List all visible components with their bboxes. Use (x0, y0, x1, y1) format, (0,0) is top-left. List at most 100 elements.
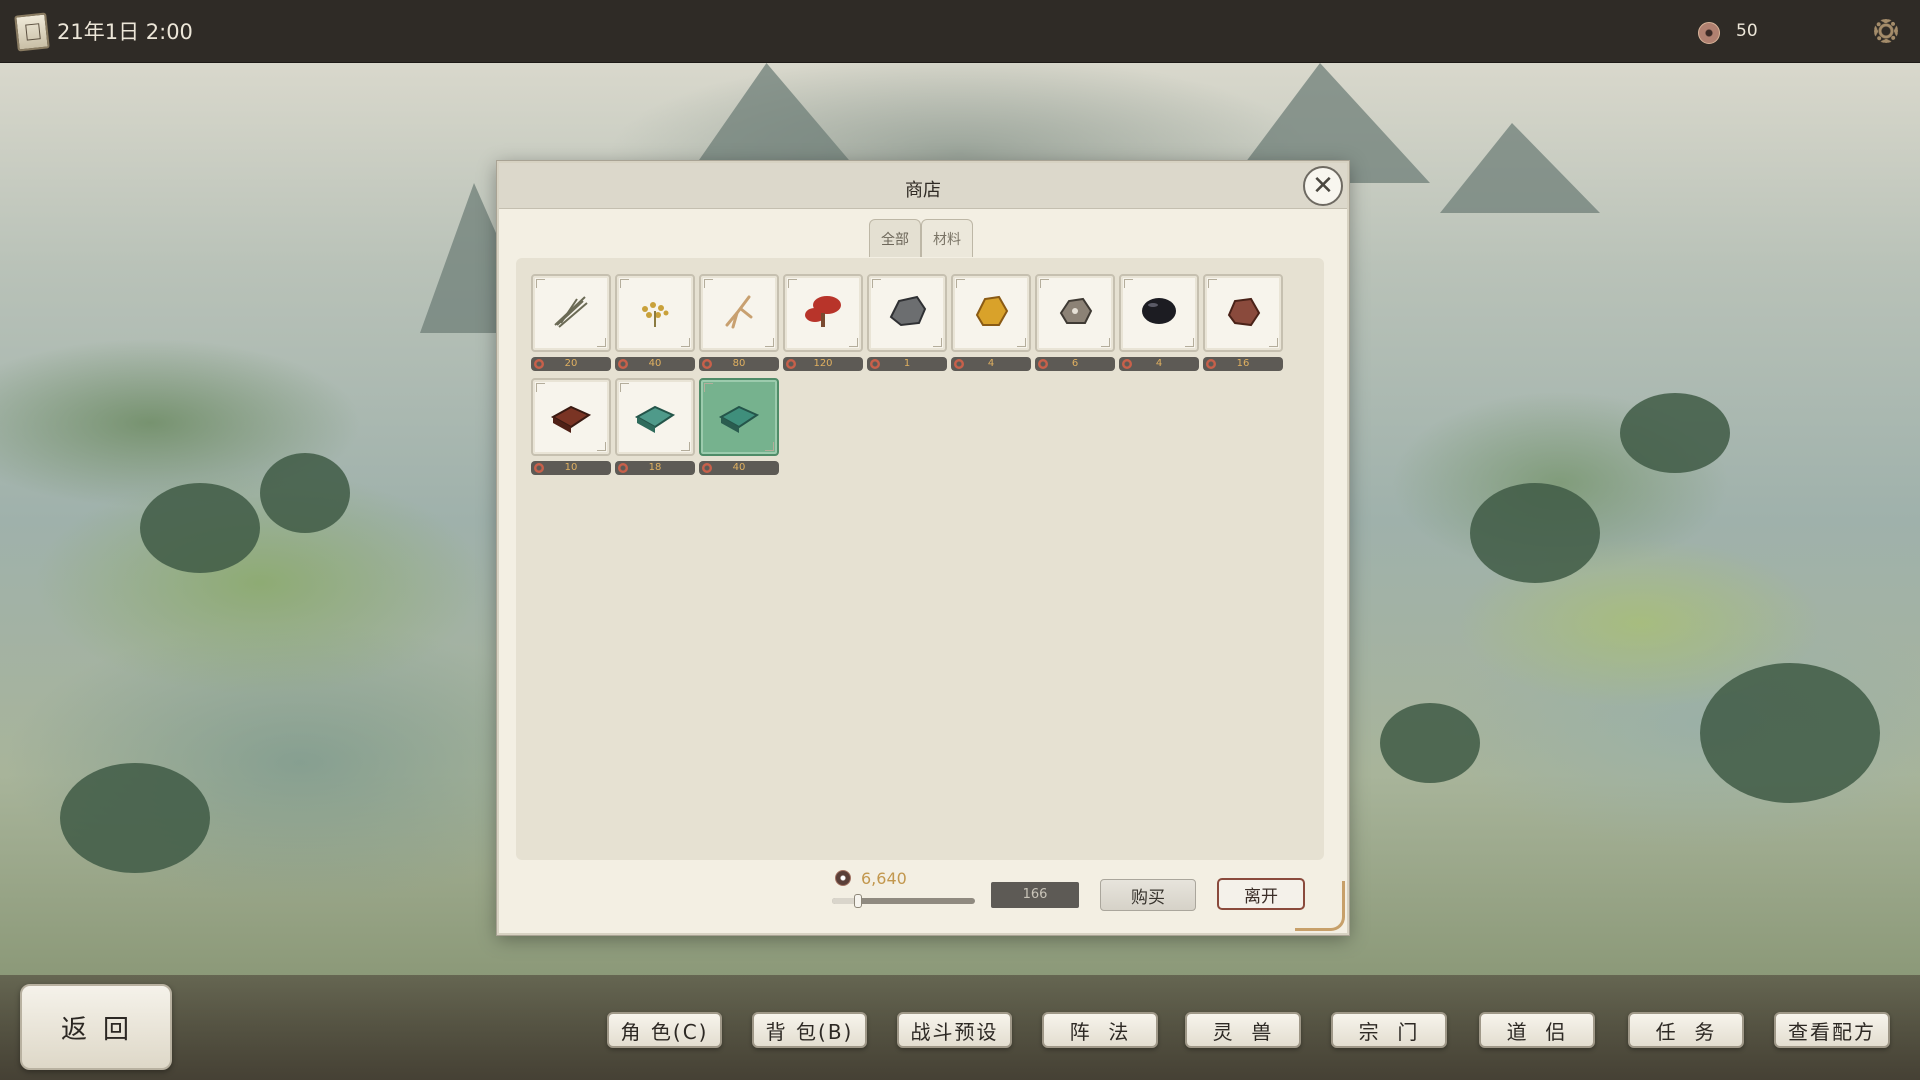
item-price: 40 (699, 461, 779, 475)
price-coin-icon (534, 359, 544, 369)
item-frame (531, 378, 611, 456)
price-coin-icon (702, 359, 712, 369)
item-frame (1035, 274, 1115, 352)
item-price: 4 (951, 357, 1031, 371)
shop-item-slot[interactable]: 120 (783, 274, 863, 372)
shop-item-slot[interactable]: 16 (1203, 274, 1283, 372)
nav-button-7[interactable]: 任 务 (1628, 1012, 1744, 1048)
tree (260, 453, 350, 533)
close-button[interactable]: ✕ (1303, 166, 1343, 206)
jade-ingot-icon (631, 395, 679, 439)
item-price: 120 (783, 357, 863, 371)
price-coin-icon (534, 463, 544, 473)
shop-header: 商店 ✕ (499, 163, 1347, 209)
black-obsidian-icon (1135, 291, 1183, 335)
player-money: 6,640 (861, 869, 907, 888)
price-coin-icon (1206, 359, 1216, 369)
nav-button-2[interactable]: 战斗预设 (897, 1012, 1012, 1048)
nav-button-0[interactable]: 角 色(C) (607, 1012, 722, 1048)
shop-item-slot[interactable]: 6 (1035, 274, 1115, 372)
tree (1620, 393, 1730, 473)
back-button[interactable]: 返回 (20, 984, 172, 1070)
price-coin-icon (1038, 359, 1048, 369)
shop-title: 商店 (905, 180, 941, 201)
shop-item-slot[interactable]: 20 (531, 274, 611, 372)
shop-item-slot[interactable]: 4 (951, 274, 1031, 372)
price-value: 1 (903, 358, 911, 369)
grey-iron-ore-icon (883, 291, 931, 335)
price-coin-icon (870, 359, 880, 369)
calendar-icon[interactable] (14, 12, 50, 52)
shop-item-slot[interactable]: 1 (867, 274, 947, 372)
shop-window: 商店 ✕ 全部 材料 20 40 80 120 1 4 6 4 16 10 18 40 6,640 1… (497, 161, 1349, 935)
price-coin-icon (954, 359, 964, 369)
nav-button-6[interactable]: 道 侣 (1479, 1012, 1595, 1048)
red-ingot-icon (547, 395, 595, 439)
shop-item-slot[interactable]: 18 (615, 378, 695, 476)
price-value: 40 (732, 462, 746, 473)
item-price: 1 (867, 357, 947, 371)
tab-all[interactable]: 全部 (869, 219, 921, 257)
item-price: 16 (1203, 357, 1283, 371)
item-price: 40 (615, 357, 695, 371)
item-frame (699, 378, 779, 456)
item-price: 80 (699, 357, 779, 371)
shop-item-slot[interactable]: 80 (699, 274, 779, 372)
price-value: 80 (732, 358, 746, 369)
item-frame (615, 378, 695, 456)
item-grid: 20 40 80 120 1 4 6 4 16 10 18 40 (531, 274, 1283, 476)
tree (1470, 483, 1600, 583)
nav-button-1[interactable]: 背 包(B) (752, 1012, 867, 1048)
silver-ore-icon (1051, 291, 1099, 335)
quantity-field[interactable]: 166 (991, 882, 1079, 908)
item-price: 10 (531, 461, 611, 475)
shop-item-slot[interactable]: 40 (615, 274, 695, 372)
item-frame (1119, 274, 1199, 352)
item-frame (1203, 274, 1283, 352)
price-coin-icon (1122, 359, 1132, 369)
item-frame (867, 274, 947, 352)
nav-button-3[interactable]: 阵 法 (1042, 1012, 1158, 1048)
nav-button-4[interactable]: 灵 兽 (1185, 1012, 1301, 1048)
item-grid-panel: 20 40 80 120 1 4 6 4 16 10 18 40 (516, 258, 1324, 860)
nav-button-5[interactable]: 宗 门 (1331, 1012, 1447, 1048)
price-value: 40 (648, 358, 662, 369)
price-value: 16 (1236, 358, 1250, 369)
item-price: 6 (1035, 357, 1115, 371)
price-coin-icon (618, 359, 628, 369)
shop-tabs: 全部 材料 (869, 219, 973, 257)
item-frame (615, 274, 695, 352)
leave-button[interactable]: 离开 (1217, 878, 1305, 910)
red-lingzhi-mushroom-icon (799, 291, 847, 335)
golden-grass-icon (631, 291, 679, 335)
settings-gear-icon[interactable] (1874, 19, 1898, 43)
price-value: 4 (987, 358, 995, 369)
coin-icon (1698, 22, 1720, 44)
price-value: 6 (1071, 358, 1079, 369)
ginseng-root-icon (715, 291, 763, 335)
price-value: 18 (648, 462, 662, 473)
mountain-peak (690, 63, 860, 173)
price-value: 20 (564, 358, 578, 369)
date-time: 21年1日 2:00 (57, 20, 193, 44)
price-value: 4 (1155, 358, 1163, 369)
nav-button-8[interactable]: 查看配方 (1774, 1012, 1890, 1048)
item-frame (699, 274, 779, 352)
item-price: 20 (531, 357, 611, 371)
shop-item-slot[interactable]: 4 (1119, 274, 1199, 372)
tree (1700, 663, 1880, 803)
jade-ingot-selected-icon (715, 395, 763, 439)
buy-button[interactable]: 购买 (1100, 879, 1196, 911)
item-price: 4 (1119, 357, 1199, 371)
cloud-corner-ornament (1295, 881, 1345, 931)
price-value: 10 (564, 462, 578, 473)
item-frame (531, 274, 611, 352)
price-coin-icon (786, 359, 796, 369)
shop-item-slot[interactable]: 40 (699, 378, 779, 476)
tab-materials[interactable]: 材料 (921, 219, 973, 257)
money-coin-icon (835, 870, 851, 886)
mountain-peak (1440, 123, 1600, 213)
slider-handle[interactable] (853, 894, 862, 908)
shop-item-slot[interactable]: 10 (531, 378, 611, 476)
herb-bundle-icon (547, 291, 595, 335)
